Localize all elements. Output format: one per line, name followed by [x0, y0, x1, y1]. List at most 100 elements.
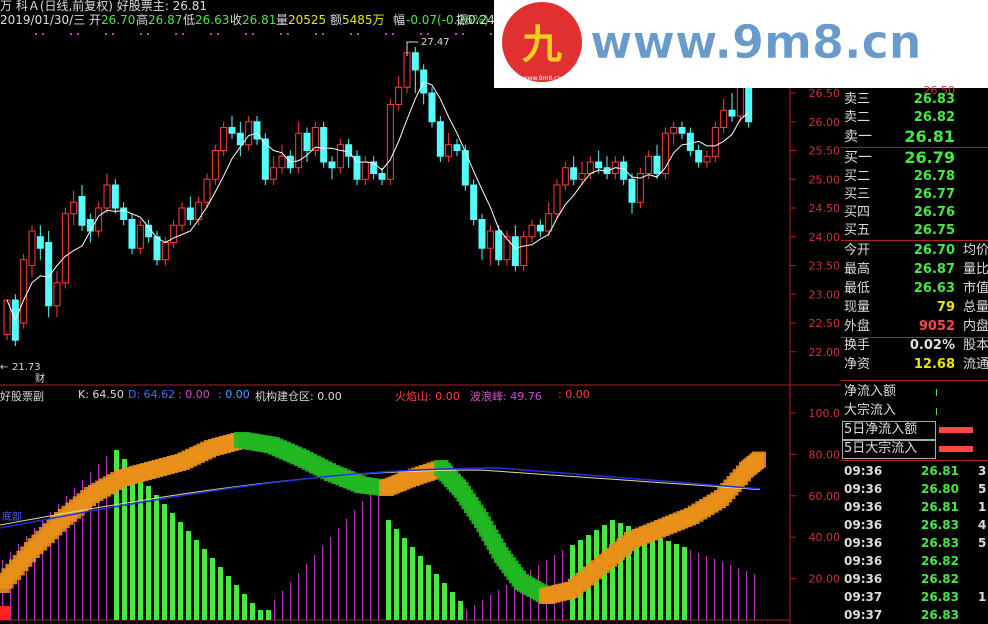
candle[interactable]	[420, 64, 428, 105]
candle[interactable]	[720, 98, 728, 134]
tick-row[interactable]: 09:36 26.82	[841, 570, 988, 588]
buy-3-row[interactable]: 买三 26.77	[841, 186, 988, 204]
candle[interactable]	[136, 219, 144, 255]
candle[interactable]	[53, 271, 61, 318]
sell-1-row[interactable]: 卖一 26.81	[841, 128, 988, 148]
candle[interactable]	[228, 116, 236, 139]
tick-row[interactable]: 09:36 26.82	[841, 552, 988, 570]
candle[interactable]	[636, 167, 644, 208]
sell-2-row[interactable]: 卖二 26.82	[841, 109, 988, 127]
candle[interactable]	[661, 127, 669, 180]
indicator-bar	[186, 531, 191, 620]
buy-5-row[interactable]: 买五 26.75	[841, 222, 988, 240]
candle[interactable]	[311, 121, 319, 157]
stat-ext: 总量	[963, 300, 988, 315]
candle[interactable]	[386, 98, 394, 185]
candle[interactable]	[236, 121, 244, 157]
candle[interactable]	[528, 219, 536, 243]
watermark-logo-char: 九	[522, 22, 562, 68]
candle[interactable]	[128, 213, 136, 254]
candle[interactable]	[320, 121, 328, 168]
candle[interactable]	[670, 121, 678, 145]
tick-row[interactable]: 09:36 26.80 5	[841, 480, 988, 498]
indicator-bar	[738, 568, 740, 620]
candle[interactable]	[211, 144, 219, 185]
candle[interactable]	[253, 116, 261, 145]
candle[interactable]	[445, 133, 453, 162]
sell-3-row[interactable]: 卖三 26.83	[841, 91, 988, 109]
candle[interactable]	[78, 185, 86, 231]
candle[interactable]	[153, 231, 161, 266]
candle[interactable]	[395, 75, 403, 111]
candle[interactable]	[453, 139, 461, 157]
candle[interactable]	[686, 127, 694, 157]
candle[interactable]	[553, 179, 561, 220]
candle[interactable]	[520, 231, 528, 272]
candle[interactable]	[711, 121, 719, 162]
candle[interactable]	[170, 219, 178, 249]
tick-row[interactable]: 09:36 26.83 4	[841, 516, 988, 534]
candle[interactable]	[178, 202, 186, 231]
candle[interactable]	[370, 156, 378, 180]
candle[interactable]	[195, 196, 203, 226]
candle[interactable]	[70, 190, 78, 226]
buy-4-row[interactable]: 买四 26.76	[841, 204, 988, 222]
candle[interactable]	[678, 121, 686, 139]
candle[interactable]	[486, 225, 494, 266]
chart-area[interactable]: 27.47 ← 21.73 财 26.50 26.00 25.50 25.00 24.5…	[0, 0, 841, 623]
candle[interactable]	[728, 93, 736, 122]
candle[interactable]	[570, 156, 578, 185]
candle[interactable]	[411, 47, 419, 93]
indicator-jg: 机构建仓区: 0.00	[255, 390, 342, 403]
candle[interactable]	[28, 225, 36, 277]
candle[interactable]	[186, 196, 194, 226]
candle[interactable]	[545, 202, 553, 237]
candle[interactable]	[61, 208, 69, 289]
stat-row: 现量 79 总量	[841, 299, 988, 317]
candle[interactable]	[145, 219, 153, 243]
candle[interactable]	[345, 139, 353, 168]
candle[interactable]	[328, 156, 336, 180]
candle[interactable]	[20, 254, 28, 329]
candle[interactable]	[278, 144, 286, 174]
indicator-bar	[442, 583, 447, 620]
candle[interactable]	[628, 173, 636, 214]
candle[interactable]	[361, 156, 369, 185]
time-dot	[77, 33, 79, 35]
candle[interactable]	[103, 173, 111, 214]
stat-ext: 均价	[963, 243, 988, 258]
tick-row[interactable]: 09:36 26.81 3	[841, 462, 988, 480]
indicator-bar	[370, 492, 372, 620]
candle[interactable]	[536, 219, 544, 237]
candle[interactable]	[428, 87, 436, 128]
candle[interactable]	[436, 116, 444, 162]
candle[interactable]	[603, 156, 611, 180]
tick-row[interactable]: 09:37 26.83 1	[841, 588, 988, 606]
candle[interactable]	[703, 150, 711, 168]
tick-row[interactable]: 09:36 26.83 5	[841, 534, 988, 552]
candle[interactable]	[245, 116, 253, 151]
candle[interactable]	[470, 179, 478, 226]
candle[interactable]	[270, 156, 278, 185]
indicator-bar	[314, 555, 316, 620]
candle[interactable]	[295, 121, 303, 174]
stat-ext: 股本	[963, 338, 988, 353]
flow-sep	[841, 380, 988, 381]
candle[interactable]	[478, 213, 486, 260]
buy-2-row[interactable]: 买二 26.78	[841, 168, 988, 186]
buy-1-row[interactable]: 买一 26.79	[841, 149, 988, 169]
time-dot	[350, 33, 352, 35]
candle[interactable]	[353, 150, 361, 186]
candle[interactable]	[220, 121, 228, 157]
candle[interactable]	[120, 202, 128, 226]
tick-row[interactable]: 09:37 26.83	[841, 606, 988, 624]
candle[interactable]	[561, 162, 569, 191]
candle[interactable]	[336, 139, 344, 174]
candle[interactable]	[695, 144, 703, 168]
candle[interactable]	[111, 179, 119, 214]
price-axis-label: 25.50	[809, 145, 841, 158]
stat-label: 今开	[844, 243, 871, 258]
tick-row[interactable]: 09:36 26.81 1	[841, 498, 988, 516]
indicator-bar	[154, 495, 159, 620]
candle[interactable]	[36, 225, 44, 260]
